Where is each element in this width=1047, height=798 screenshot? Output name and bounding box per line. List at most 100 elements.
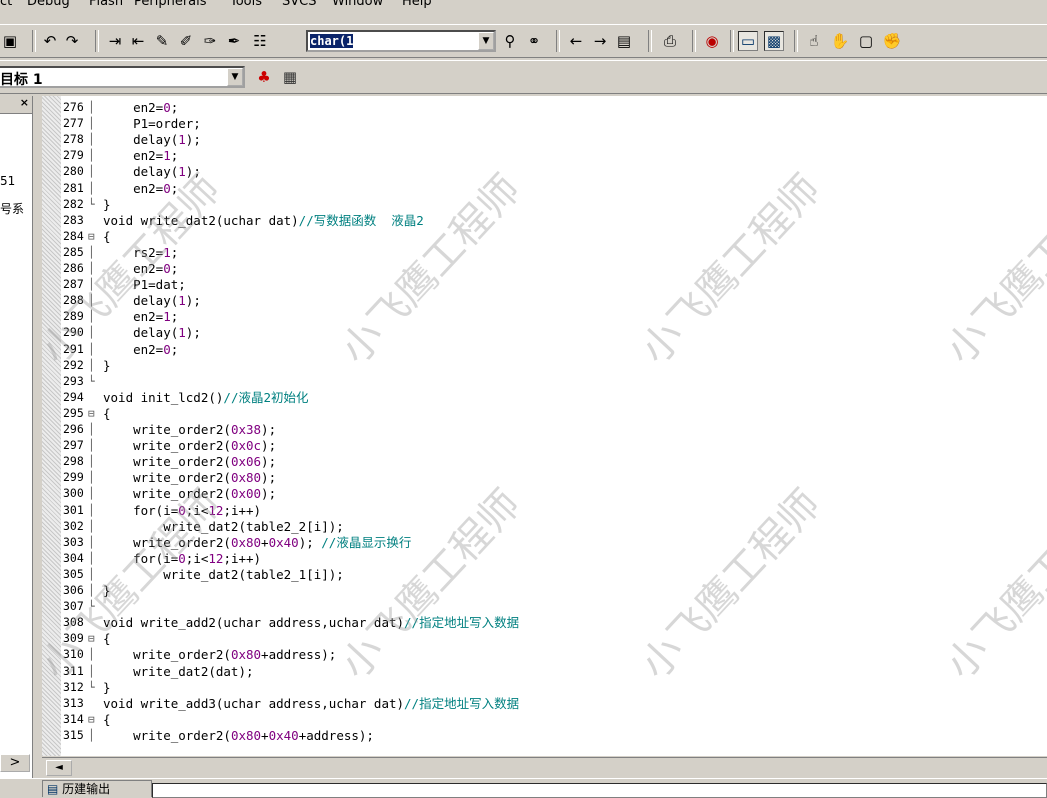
menu-svcs[interactable]: SVCS bbox=[282, 0, 316, 9]
code-line[interactable]: write_order2(0x80+0x40+address); bbox=[103, 728, 374, 743]
bookmark-next-icon[interactable]: ✑ bbox=[200, 31, 220, 51]
menu-window[interactable]: Window bbox=[332, 0, 383, 9]
code-line[interactable]: } bbox=[103, 680, 111, 695]
project-tree-text[interactable]: 51 bbox=[0, 174, 15, 188]
bookmark-toggle-icon[interactable]: ✎ bbox=[152, 31, 172, 51]
fold-marker: │ bbox=[88, 584, 95, 597]
code-line[interactable]: en2=1; bbox=[103, 309, 178, 324]
fold-marker[interactable]: ⊟ bbox=[88, 631, 95, 646]
manage-components-icon[interactable]: ▦ bbox=[280, 67, 300, 87]
code-line[interactable]: for(i=0;i<12;i++) bbox=[103, 503, 261, 518]
code-line[interactable]: void init_lcd2()//液晶2初始化 bbox=[103, 390, 309, 405]
fold-marker[interactable]: ⊟ bbox=[88, 229, 95, 244]
find-next-icon[interactable]: ⚭ bbox=[524, 31, 544, 51]
forward-arrow-icon[interactable]: → bbox=[590, 31, 610, 51]
scroll-right-button[interactable]: > bbox=[0, 754, 30, 772]
code-line[interactable]: delay(1); bbox=[103, 293, 201, 308]
output-icon: ▤ bbox=[47, 782, 59, 796]
print-icon[interactable]: ⎙ bbox=[660, 31, 680, 51]
code-line[interactable]: write_order2(0x0c); bbox=[103, 438, 276, 453]
code-line[interactable]: { bbox=[103, 712, 111, 727]
code-line[interactable]: write_order2(0x00); bbox=[103, 486, 276, 501]
fold-marker: │ bbox=[88, 294, 95, 308]
stop-hand-icon[interactable]: ✋ bbox=[830, 31, 850, 51]
code-line[interactable]: write_order2(0x80+0x40); //液晶显示换行 bbox=[103, 535, 411, 550]
number-literal: 1 bbox=[163, 148, 171, 164]
code-line[interactable]: delay(1); bbox=[103, 164, 201, 179]
code-line[interactable]: P1=order; bbox=[103, 116, 201, 131]
code-line[interactable]: for(i=0;i<12;i++) bbox=[103, 551, 261, 566]
code-line[interactable]: { bbox=[103, 631, 111, 646]
hand-icon[interactable]: ☝ bbox=[804, 31, 824, 51]
find-combo[interactable]: char(1 ▼ bbox=[306, 30, 496, 52]
target-options-icon[interactable]: ♣ bbox=[254, 67, 274, 87]
code-line[interactable]: { bbox=[103, 229, 111, 244]
debug-icon[interactable]: ◉ bbox=[702, 31, 722, 51]
menu-project[interactable]: ct bbox=[0, 0, 12, 9]
number-literal: 0x06 bbox=[230, 454, 262, 470]
code-line[interactable]: } bbox=[103, 358, 111, 373]
code-line[interactable]: en2=0; bbox=[103, 100, 178, 115]
target-combo[interactable]: 目标 1 ▼ bbox=[0, 66, 245, 88]
code-line[interactable]: en2=1; bbox=[103, 148, 178, 163]
scroll-left-button[interactable]: ◄ bbox=[46, 760, 72, 776]
number-literal: 0x40 bbox=[268, 727, 299, 743]
clipboard-icon[interactable]: ▢ bbox=[856, 31, 876, 51]
chevron-down-icon[interactable]: ▼ bbox=[478, 32, 494, 50]
code-line[interactable]: write_order2(0x80+address); bbox=[103, 647, 336, 662]
fold-marker[interactable]: ⊟ bbox=[88, 406, 95, 421]
bookmark-clear-icon[interactable]: ✒ bbox=[224, 31, 244, 51]
code-line[interactable]: write_dat2(table2_2[i]); bbox=[103, 519, 344, 534]
code-line[interactable]: { bbox=[103, 406, 111, 421]
panel-splitter[interactable] bbox=[33, 96, 41, 796]
indent-icon[interactable]: ⇥ bbox=[105, 31, 125, 51]
grab-icon[interactable]: ✊ bbox=[882, 31, 902, 51]
code-line[interactable]: delay(1); bbox=[103, 325, 201, 340]
unindent-icon[interactable]: ⇤ bbox=[128, 31, 148, 51]
code-line[interactable]: } bbox=[103, 583, 111, 598]
code-line[interactable]: } bbox=[103, 197, 111, 212]
build-output-tab[interactable]: ▤ 历建输出 bbox=[42, 780, 152, 797]
code-line[interactable]: en2=0; bbox=[103, 342, 178, 357]
code-line[interactable]: write_order2(0x38); bbox=[103, 422, 276, 437]
save-all-icon[interactable]: ▣ bbox=[0, 31, 20, 51]
code-line[interactable]: en2=0; bbox=[103, 181, 178, 196]
code-line[interactable]: P1=dat; bbox=[103, 277, 186, 292]
browse-icon[interactable]: ▤ bbox=[614, 31, 634, 51]
code-line[interactable]: write_order2(0x80); bbox=[103, 470, 276, 485]
editor-gutter[interactable] bbox=[42, 96, 61, 756]
fold-marker: │ bbox=[88, 664, 95, 678]
menu-help[interactable]: Help bbox=[402, 0, 432, 9]
code-line[interactable]: delay(1); bbox=[103, 132, 201, 147]
menu-debug[interactable]: Debug bbox=[27, 0, 70, 9]
menu-tools[interactable]: Tools bbox=[230, 0, 262, 9]
horizontal-scrollbar[interactable]: ◄ bbox=[42, 757, 1047, 778]
bookmark-prev-icon[interactable]: ✐ bbox=[176, 31, 196, 51]
code-line[interactable]: void write_add2(uchar address,uchar dat)… bbox=[103, 615, 519, 630]
code-line[interactable]: write_dat2(table2_1[i]); bbox=[103, 567, 344, 582]
close-icon[interactable]: × bbox=[20, 96, 29, 109]
code-line[interactable]: void write_dat2(uchar dat)//写数据函数 液晶2 bbox=[103, 213, 424, 228]
code-line[interactable]: rs2=1; bbox=[103, 245, 178, 260]
binoculars-icon[interactable]: ⚲ bbox=[500, 31, 520, 51]
project-window-icon[interactable]: ▭ bbox=[738, 31, 758, 51]
code-line[interactable]: write_order2(0x06); bbox=[103, 454, 276, 469]
fold-marker[interactable]: ⊟ bbox=[88, 712, 95, 727]
code-editor[interactable]: 276 │ en2=0; 277 │ P1=order; 278 │ delay(1); 2… bbox=[42, 96, 1047, 756]
books-window-icon[interactable]: ▩ bbox=[764, 31, 784, 51]
menu-flash[interactable]: Flash bbox=[89, 0, 123, 9]
find-in-files-icon[interactable]: ☷ bbox=[250, 31, 270, 51]
code-line[interactable]: void write_add3(uchar address,uchar dat)… bbox=[103, 696, 519, 711]
fold-marker: │ bbox=[88, 342, 95, 356]
chevron-down-icon[interactable]: ▼ bbox=[227, 68, 243, 86]
undo-icon[interactable]: ↶ bbox=[40, 31, 60, 51]
number-literal: 0x00 bbox=[230, 486, 262, 502]
code-line[interactable]: write_dat2(dat); bbox=[103, 664, 253, 679]
code-line[interactable]: en2=0; bbox=[103, 261, 178, 276]
project-tree-text[interactable]: 号系 bbox=[0, 200, 24, 217]
fold-marker: │ bbox=[88, 181, 95, 195]
back-arrow-icon[interactable]: ← bbox=[566, 31, 586, 51]
code-comment: //指定地址写入数据 bbox=[404, 695, 520, 711]
menu-peripherals[interactable]: Peripherals bbox=[134, 0, 207, 9]
redo-icon[interactable]: ↷ bbox=[62, 31, 82, 51]
